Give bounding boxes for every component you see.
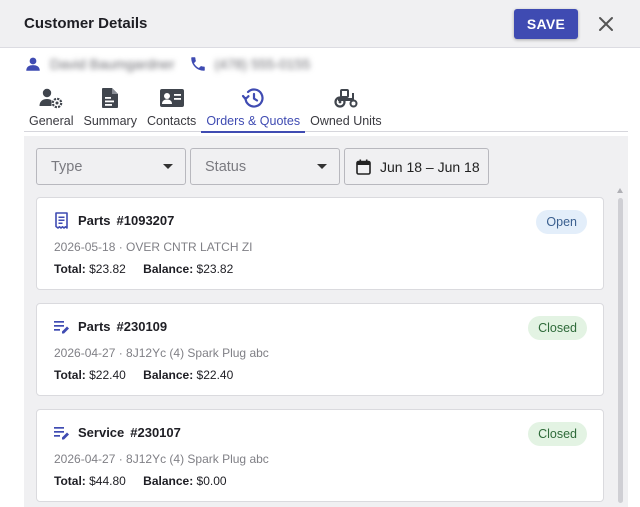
- status-badge: Closed: [528, 316, 587, 340]
- phone-icon: [190, 57, 205, 71]
- tab-orders-quotes[interactable]: Orders & Quotes: [201, 84, 305, 133]
- total-value: $23.82: [89, 262, 126, 276]
- order-meta: 2026-05-18 · OVER CNTR LATCH ZI: [54, 240, 253, 254]
- scroll-up-arrow-icon[interactable]: [617, 188, 623, 193]
- order-number: #230107: [130, 425, 181, 440]
- calendar-icon: [356, 159, 371, 175]
- tab-contacts-label: Contacts: [146, 114, 197, 128]
- edit-note-icon: [54, 427, 69, 440]
- dialog-header: Customer Details SAVE: [0, 0, 640, 48]
- receipt-icon: [55, 212, 68, 229]
- type-filter-placeholder: Type: [51, 158, 83, 175]
- tab-bar: General Summary Contacts Orders & Quotes…: [24, 84, 628, 133]
- tab-owned-units[interactable]: Owned Units: [305, 84, 387, 132]
- file-icon: [102, 88, 119, 108]
- scrollbar-thumb[interactable]: [618, 198, 623, 503]
- close-icon: [599, 17, 613, 31]
- order-card[interactable]: Parts #1093207 Open 2026-05-18 · OVER CN…: [36, 197, 604, 290]
- balance-value: $22.40: [196, 368, 234, 382]
- total-label: Total:: [54, 262, 86, 276]
- tab-contacts[interactable]: Contacts: [142, 84, 201, 132]
- type-filter-select[interactable]: Type: [36, 148, 186, 185]
- order-totals: Total: $44.80 Balance: $0.00: [54, 474, 227, 488]
- contact-card-icon: [159, 89, 184, 107]
- date-range-label: Jun 18 – Jun 18: [380, 158, 480, 175]
- order-meta: 2026-04-27 · 8J12Yc (4) Spark Plug abc: [54, 346, 269, 360]
- tab-orders-quotes-label: Orders & Quotes: [206, 114, 301, 128]
- balance-label: Balance:: [143, 368, 194, 382]
- total-value: $22.40: [89, 368, 126, 382]
- order-kind: Service: [78, 425, 125, 440]
- customer-name: David Baumgardner: [50, 56, 175, 72]
- order-totals: Total: $23.82 Balance: $23.82: [54, 262, 233, 276]
- balance-label: Balance:: [143, 262, 194, 276]
- tab-summary[interactable]: Summary: [78, 84, 141, 132]
- orders-panel: Type Status Jun 18 – Jun 18 Parts #10932…: [24, 136, 628, 507]
- tab-general[interactable]: General: [24, 84, 78, 132]
- total-value: $44.80: [89, 474, 126, 488]
- status-badge: Open: [536, 210, 587, 234]
- tab-owned-units-label: Owned Units: [310, 114, 382, 128]
- status-filter-placeholder: Status: [205, 158, 247, 175]
- total-label: Total:: [54, 474, 86, 488]
- order-kind: Parts: [78, 213, 111, 228]
- customer-phone: (478) 555-0155: [214, 56, 311, 72]
- close-button[interactable]: [594, 12, 618, 36]
- balance-value: $23.82: [196, 262, 234, 276]
- chevron-down-icon: [163, 164, 173, 169]
- history-icon: [242, 88, 264, 108]
- edit-note-icon: [54, 321, 69, 334]
- dialog-title: Customer Details: [24, 15, 148, 32]
- balance-label: Balance:: [143, 474, 194, 488]
- order-meta: 2026-04-27 · 8J12Yc (4) Spark Plug abc: [54, 452, 269, 466]
- tab-summary-label: Summary: [83, 114, 137, 128]
- chevron-down-icon: [317, 164, 327, 169]
- order-card[interactable]: Parts #230109 Closed 2026-04-27 · 8J12Yc…: [36, 303, 604, 396]
- user-gear-icon: [39, 88, 63, 109]
- tractor-icon: [334, 89, 358, 108]
- date-range-button[interactable]: Jun 18 – Jun 18: [344, 148, 489, 185]
- order-number: #230109: [116, 319, 168, 334]
- status-filter-select[interactable]: Status: [190, 148, 340, 185]
- person-icon: [26, 57, 40, 71]
- total-label: Total:: [54, 368, 86, 382]
- customer-info-row: David Baumgardner (478) 555-0155: [24, 53, 310, 75]
- order-kind: Parts: [78, 319, 111, 334]
- tab-general-label: General: [29, 114, 74, 128]
- order-totals: Total: $22.40 Balance: $22.40: [54, 368, 233, 382]
- balance-value: $0.00: [196, 474, 227, 488]
- save-button[interactable]: SAVE: [514, 9, 578, 39]
- order-card[interactable]: Service #230107 Closed 2026-04-27 · 8J12…: [36, 409, 604, 502]
- status-badge: Closed: [528, 422, 587, 446]
- order-number: #1093207: [116, 213, 175, 228]
